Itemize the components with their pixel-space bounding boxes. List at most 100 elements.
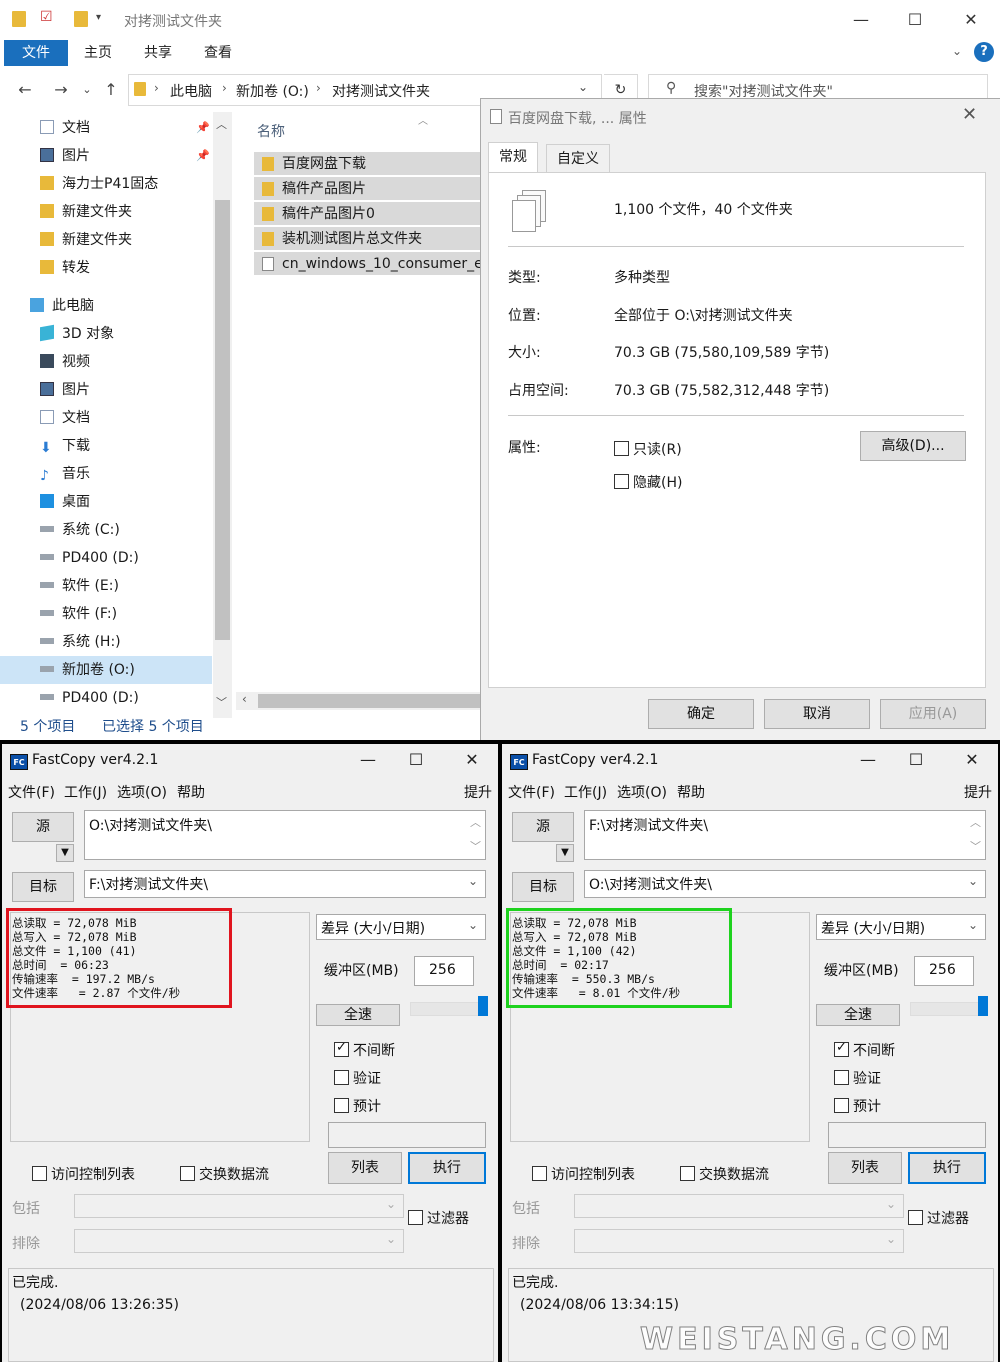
source-path-field[interactable]: O:\对拷测试文件夹\	[84, 810, 486, 860]
buffer-input[interactable]: 256	[914, 956, 974, 986]
chevron-down-icon[interactable]: ⌄	[886, 1197, 896, 1211]
chevron-down-icon[interactable]: ⌄	[386, 1197, 396, 1211]
nav-item[interactable]: ⬇ 下载	[0, 432, 212, 460]
nav-item[interactable]: 3D 对象	[0, 320, 212, 348]
acl-checkbox[interactable]: 访问控制列表	[532, 1164, 635, 1184]
nonstop-checkbox[interactable]: 不间断	[834, 1040, 895, 1060]
ok-button[interactable]: 确定	[648, 699, 754, 729]
acl-checkbox[interactable]: 访问控制列表	[32, 1164, 135, 1184]
nav-item[interactable]: 此电脑	[0, 292, 212, 320]
nav-item[interactable]: ♪ 音乐	[0, 460, 212, 488]
source-dropdown-icon[interactable]: ▼	[556, 844, 574, 862]
filter-checkbox[interactable]: 过滤器	[408, 1208, 469, 1228]
minimize-icon[interactable]: —	[854, 750, 882, 769]
list-button[interactable]: 列表	[328, 1152, 402, 1184]
scroll-down-icon[interactable]: ﹀	[970, 838, 981, 854]
nav-item[interactable]: 文档 📌	[0, 114, 212, 142]
new-folder-quick-icon[interactable]	[74, 11, 88, 27]
nav-item[interactable]: PD400 (D:)	[0, 684, 212, 712]
nav-scrollbar-thumb[interactable]	[215, 200, 230, 640]
nav-item[interactable]: 软件 (E:)	[0, 572, 212, 600]
nav-item[interactable]: 海力士P41固态	[0, 170, 212, 198]
maximize-icon[interactable]: ☐	[902, 750, 930, 769]
scroll-up-icon[interactable]: ︿	[216, 116, 227, 132]
list-item[interactable]: 百度网盘下载	[254, 152, 480, 176]
list-item[interactable]: 装机测试图片总文件夹	[254, 227, 480, 251]
elevate-menu-item[interactable]: 提升	[464, 782, 492, 802]
ribbon-tab-file[interactable]: 文件	[4, 40, 68, 66]
close-icon[interactable]: ✕	[962, 104, 977, 125]
speed-slider-thumb[interactable]	[978, 996, 988, 1016]
nav-item[interactable]: 系统 (H:)	[0, 628, 212, 656]
address-dropdown-icon[interactable]: ⌄	[578, 80, 588, 94]
fullspeed-button[interactable]: 全速	[816, 1004, 900, 1026]
speed-slider[interactable]	[410, 1002, 486, 1016]
menu-item[interactable]: 工作(J)	[564, 782, 607, 802]
hidden-checkbox[interactable]: 隐藏(H)	[614, 472, 682, 492]
speed-slider[interactable]	[910, 1002, 986, 1016]
menu-item[interactable]: 工作(J)	[64, 782, 107, 802]
elevate-menu-item[interactable]: 提升	[964, 782, 992, 802]
menu-item[interactable]: 帮助	[177, 782, 205, 802]
chevron-down-icon[interactable]: ⌄	[968, 874, 978, 888]
estimate-checkbox[interactable]: 预计	[834, 1096, 881, 1116]
execute-button[interactable]: 执行	[908, 1152, 986, 1184]
destination-button[interactable]: 目标	[12, 872, 74, 902]
stream-checkbox[interactable]: 交换数据流	[180, 1164, 269, 1184]
destination-path-field[interactable]: F:\对拷测试文件夹\	[84, 870, 486, 898]
scroll-up-icon[interactable]: ︿	[970, 814, 981, 830]
list-item[interactable]: 稿件产品图片0	[254, 202, 480, 226]
menu-item[interactable]: 选项(O)	[617, 782, 667, 802]
copy-mode-select[interactable]: 差异 (大小/日期)	[816, 914, 986, 940]
chevron-down-icon[interactable]: ⌄	[968, 918, 978, 932]
cancel-button[interactable]: 取消	[764, 699, 870, 729]
chevron-down-icon[interactable]: ⌄	[468, 918, 478, 932]
chevron-down-icon[interactable]: ⌄	[386, 1232, 396, 1246]
recent-locations-icon[interactable]: ⌄	[76, 78, 98, 102]
quick-access-dropdown-icon[interactable]: ▾	[96, 12, 101, 23]
stream-checkbox[interactable]: 交换数据流	[680, 1164, 769, 1184]
buffer-input[interactable]: 256	[414, 956, 474, 986]
exclude-field[interactable]	[574, 1229, 904, 1253]
breadcrumb-this-pc[interactable]: 此电脑	[170, 81, 212, 101]
maximize-icon[interactable]: ☐	[900, 8, 930, 32]
menu-item[interactable]: 文件(F)	[8, 782, 55, 802]
execute-button[interactable]: 执行	[408, 1152, 486, 1184]
nav-item[interactable]: 视频	[0, 348, 212, 376]
tab-general[interactable]: 常规	[488, 142, 538, 172]
back-icon[interactable]: ←	[14, 78, 36, 102]
close-icon[interactable]: ✕	[956, 8, 986, 32]
verify-checkbox[interactable]: 验证	[334, 1068, 381, 1088]
fullspeed-button[interactable]: 全速	[316, 1004, 400, 1026]
close-icon[interactable]: ✕	[458, 750, 486, 769]
chevron-down-icon[interactable]: ⌄	[468, 874, 478, 888]
source-path-field[interactable]: F:\对拷测试文件夹\	[584, 810, 986, 860]
verify-checkbox[interactable]: 验证	[834, 1068, 881, 1088]
minimize-icon[interactable]: —	[846, 8, 876, 32]
minimize-icon[interactable]: —	[354, 750, 382, 769]
help-icon[interactable]: ?	[974, 42, 994, 62]
menu-item[interactable]: 选项(O)	[117, 782, 167, 802]
source-dropdown-icon[interactable]: ▼	[56, 844, 74, 862]
scroll-left-icon[interactable]: ‹	[242, 692, 247, 706]
estimate-checkbox[interactable]: 预计	[334, 1096, 381, 1116]
scroll-down-icon[interactable]: ﹀	[216, 694, 227, 710]
up-icon[interactable]: ↑	[100, 78, 122, 102]
list-item[interactable]: 稿件产品图片	[254, 177, 480, 201]
nav-item[interactable]: 系统 (C:)	[0, 516, 212, 544]
source-button[interactable]: 源	[512, 812, 574, 842]
nav-item[interactable]: 转发	[0, 254, 212, 282]
copy-mode-select[interactable]: 差异 (大小/日期)	[316, 914, 486, 940]
source-button[interactable]: 源	[12, 812, 74, 842]
filter-checkbox[interactable]: 过滤器	[908, 1208, 969, 1228]
chevron-down-icon[interactable]: ⌄	[886, 1232, 896, 1246]
speed-slider-thumb[interactable]	[478, 996, 488, 1016]
nav-item[interactable]: 软件 (F:)	[0, 600, 212, 628]
ribbon-expand-icon[interactable]: ⌄	[952, 44, 962, 58]
nonstop-checkbox[interactable]: 不间断	[334, 1040, 395, 1060]
exclude-field[interactable]	[74, 1229, 404, 1253]
close-icon[interactable]: ✕	[958, 750, 986, 769]
breadcrumb-drive[interactable]: 新加卷 (O:)	[236, 81, 309, 101]
properties-quick-icon[interactable]: ☑	[40, 9, 53, 25]
column-header-name[interactable]: 名称	[257, 121, 285, 141]
